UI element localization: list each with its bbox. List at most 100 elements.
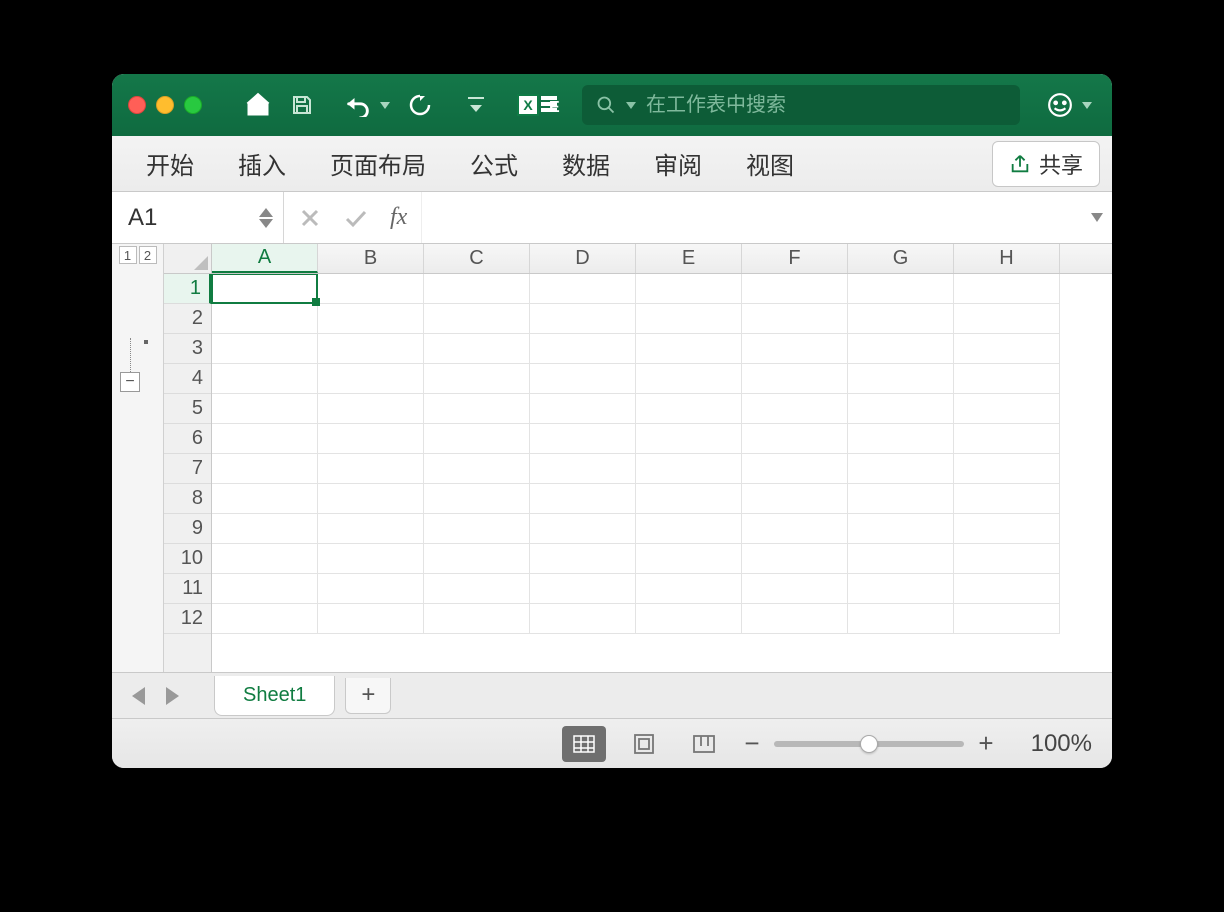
cell[interactable]	[530, 454, 636, 484]
cell[interactable]	[636, 484, 742, 514]
cell[interactable]	[530, 334, 636, 364]
tab-data[interactable]: 数据	[540, 136, 632, 191]
cell[interactable]	[848, 364, 954, 394]
cell[interactable]	[742, 394, 848, 424]
cell[interactable]	[636, 364, 742, 394]
cell[interactable]	[742, 334, 848, 364]
cell[interactable]	[530, 484, 636, 514]
cell[interactable]	[530, 274, 636, 304]
row-header[interactable]: 12	[164, 604, 211, 634]
cell[interactable]	[212, 394, 318, 424]
sheet-tab-active[interactable]: Sheet1	[214, 676, 335, 716]
search-box[interactable]	[582, 85, 1020, 125]
zoom-label[interactable]: 100%	[1012, 730, 1092, 758]
cell[interactable]	[212, 334, 318, 364]
feedback-smiley-icon[interactable]	[1042, 87, 1078, 123]
cell[interactable]	[848, 394, 954, 424]
cell[interactable]	[212, 514, 318, 544]
cell[interactable]	[530, 514, 636, 544]
cell[interactable]	[742, 514, 848, 544]
cell[interactable]	[424, 274, 530, 304]
cell[interactable]	[848, 574, 954, 604]
cancel-formula-icon[interactable]	[290, 198, 330, 238]
cell[interactable]	[636, 574, 742, 604]
feedback-dropdown-caret[interactable]	[1082, 102, 1092, 109]
sheet-nav-next[interactable]	[160, 684, 184, 708]
cell[interactable]	[848, 274, 954, 304]
formula-expand-button[interactable]	[1082, 192, 1112, 243]
share-button[interactable]: 共享	[992, 141, 1100, 187]
outline-collapse-button[interactable]: −	[120, 372, 140, 392]
cell[interactable]	[742, 604, 848, 634]
cell[interactable]	[848, 514, 954, 544]
cell[interactable]	[530, 574, 636, 604]
cell[interactable]	[636, 334, 742, 364]
fx-label[interactable]: fx	[382, 204, 415, 231]
cell[interactable]	[424, 484, 530, 514]
cell[interactable]	[636, 424, 742, 454]
cells-grid[interactable]	[212, 274, 1112, 672]
view-normal-icon[interactable]	[562, 726, 606, 762]
column-header[interactable]: F	[742, 244, 848, 273]
undo-dropdown-caret[interactable]	[380, 102, 390, 109]
cell[interactable]	[424, 604, 530, 634]
tab-review[interactable]: 审阅	[632, 136, 724, 191]
cell[interactable]	[212, 424, 318, 454]
cell[interactable]	[424, 304, 530, 334]
cell[interactable]	[954, 544, 1060, 574]
cell[interactable]	[742, 454, 848, 484]
row-header[interactable]: 11	[164, 574, 211, 604]
cell[interactable]	[636, 274, 742, 304]
cell[interactable]	[318, 484, 424, 514]
confirm-formula-icon[interactable]	[336, 198, 376, 238]
outline-level-1[interactable]: 1	[119, 246, 137, 264]
row-header[interactable]: 7	[164, 454, 211, 484]
column-header[interactable]: A	[212, 244, 318, 273]
column-header[interactable]: E	[636, 244, 742, 273]
cell[interactable]	[530, 304, 636, 334]
cell[interactable]	[318, 574, 424, 604]
cell[interactable]	[318, 364, 424, 394]
tab-home[interactable]: 开始	[124, 136, 216, 191]
column-header[interactable]: B	[318, 244, 424, 273]
row-header[interactable]: 10	[164, 544, 211, 574]
cell[interactable]	[530, 604, 636, 634]
save-icon[interactable]	[284, 87, 320, 123]
cell[interactable]	[742, 484, 848, 514]
column-header[interactable]: G	[848, 244, 954, 273]
column-header[interactable]: H	[954, 244, 1060, 273]
row-header[interactable]: 4	[164, 364, 211, 394]
outline-level-2[interactable]: 2	[139, 246, 157, 264]
cell[interactable]	[212, 274, 318, 304]
cell[interactable]	[530, 364, 636, 394]
cell[interactable]	[954, 274, 1060, 304]
cell[interactable]	[636, 514, 742, 544]
cell[interactable]	[318, 454, 424, 484]
cell[interactable]	[424, 334, 530, 364]
tab-insert[interactable]: 插入	[216, 136, 308, 191]
minimize-window-button[interactable]	[156, 96, 174, 114]
close-window-button[interactable]	[128, 96, 146, 114]
tab-formulas[interactable]: 公式	[448, 136, 540, 191]
cell[interactable]	[212, 484, 318, 514]
cell[interactable]	[212, 544, 318, 574]
zoom-in-button[interactable]: +	[976, 728, 996, 759]
home-icon[interactable]	[240, 87, 276, 123]
cell[interactable]	[424, 574, 530, 604]
undo-icon[interactable]	[340, 87, 376, 123]
cell[interactable]	[954, 574, 1060, 604]
search-input[interactable]	[646, 94, 1006, 117]
cell[interactable]	[954, 364, 1060, 394]
row-header[interactable]: 5	[164, 394, 211, 424]
maximize-window-button[interactable]	[184, 96, 202, 114]
name-box[interactable]: A1	[112, 192, 284, 243]
cell[interactable]	[212, 304, 318, 334]
cell[interactable]	[954, 304, 1060, 334]
cell[interactable]	[742, 574, 848, 604]
cell[interactable]	[318, 424, 424, 454]
cell[interactable]	[212, 574, 318, 604]
cell[interactable]	[318, 604, 424, 634]
view-page-layout-icon[interactable]	[622, 726, 666, 762]
row-header[interactable]: 2	[164, 304, 211, 334]
cell[interactable]	[636, 454, 742, 484]
